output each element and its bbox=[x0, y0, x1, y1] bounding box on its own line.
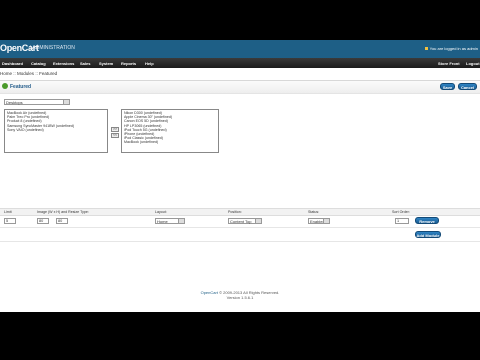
menu-help[interactable]: Help bbox=[145, 61, 154, 66]
col-position: Position: bbox=[228, 210, 242, 214]
cancel-button[interactable]: Cancel bbox=[458, 83, 477, 90]
main-menu: Dashboard Catalog Extensions Sales Syste… bbox=[0, 58, 480, 68]
menu-system[interactable]: System bbox=[99, 61, 113, 66]
position-select[interactable]: Content Top bbox=[228, 218, 262, 224]
featured-panel: Featured Save Cancel Desktops MacBook Ai… bbox=[0, 80, 480, 246]
chevron-down-icon bbox=[63, 100, 69, 104]
breadcrumb-featured[interactable]: Featured bbox=[39, 71, 57, 76]
save-button[interactable]: Save bbox=[440, 83, 455, 90]
table-row: 5 80 80 Home Content Top Enabled 1 Remov… bbox=[0, 215, 480, 228]
admin-header: OpenCart | ADMINISTRATION You are logged… bbox=[0, 40, 480, 58]
menu-sales[interactable]: Sales bbox=[80, 61, 90, 66]
list-item[interactable]: Sony VAIO (undefined) bbox=[7, 128, 105, 132]
position-select-value: Content Top bbox=[230, 219, 252, 224]
add-module-button[interactable]: Add Module bbox=[415, 231, 441, 238]
chevron-down-icon bbox=[178, 219, 184, 223]
available-products-list[interactable]: MacBook Air (undefined) Palm Treo Pro (u… bbox=[4, 109, 108, 153]
menu-catalog[interactable]: Catalog bbox=[31, 61, 46, 66]
menu-reports[interactable]: Reports bbox=[121, 61, 136, 66]
module-icon bbox=[2, 83, 8, 89]
login-info: You are logged in as admin bbox=[424, 46, 478, 51]
breadcrumb-modules[interactable]: Modules bbox=[17, 71, 34, 76]
admin-subtitle: | ADMINISTRATION bbox=[30, 45, 75, 51]
panel-title: Featured bbox=[10, 83, 32, 90]
footer-opencart-link[interactable]: OpenCart bbox=[201, 290, 218, 295]
breadcrumb: Home :: Modules :: Featured bbox=[0, 71, 58, 76]
col-sort-order: Sort Order: bbox=[392, 210, 410, 214]
col-image: Image (W x H) and Resize Type: bbox=[37, 210, 89, 214]
featured-products-list[interactable]: Nikon D300 (undefined) Apple Cinema 30" … bbox=[121, 109, 219, 153]
category-select[interactable]: Desktops bbox=[4, 99, 70, 105]
menu-extensions[interactable]: Extensions bbox=[53, 61, 74, 66]
login-text: You are logged in as admin bbox=[429, 46, 478, 51]
limit-input[interactable]: 5 bbox=[4, 218, 16, 224]
breadcrumb-home[interactable]: Home bbox=[0, 71, 12, 76]
add-product-button[interactable]: >> bbox=[111, 127, 119, 132]
table-footer-row: Add Module bbox=[0, 229, 480, 242]
col-limit: Limit bbox=[4, 210, 12, 214]
col-layout: Layout: bbox=[155, 210, 167, 214]
chevron-down-icon bbox=[255, 219, 261, 223]
category-select-value: Desktops bbox=[6, 100, 23, 105]
menu-dashboard[interactable]: Dashboard bbox=[2, 61, 23, 66]
lock-icon bbox=[424, 47, 428, 51]
menu-logout[interactable]: Logout bbox=[466, 61, 480, 66]
col-status: Status: bbox=[308, 210, 320, 214]
remove-product-button[interactable]: << bbox=[111, 133, 119, 138]
layout-select[interactable]: Home bbox=[155, 218, 185, 224]
footer-version: Version 1.5.6.1 bbox=[226, 295, 254, 300]
app-window: OpenCart | ADMINISTRATION You are logged… bbox=[0, 40, 480, 312]
status-select[interactable]: Enabled bbox=[308, 218, 330, 224]
footer: OpenCart © 2009-2013 All Rights Reserved… bbox=[0, 290, 480, 300]
image-height-input[interactable]: 80 bbox=[56, 218, 68, 224]
menu-store-front[interactable]: Store Front bbox=[438, 61, 460, 66]
sort-order-input[interactable]: 1 bbox=[395, 218, 409, 224]
list-item[interactable]: MacBook (undefined) bbox=[124, 140, 216, 144]
chevron-down-icon bbox=[323, 219, 329, 223]
layout-select-value: Home bbox=[157, 219, 168, 224]
panel-heading: Featured Save Cancel bbox=[0, 80, 480, 94]
image-width-input[interactable]: 80 bbox=[37, 218, 49, 224]
remove-module-button[interactable]: Remove bbox=[415, 217, 439, 224]
